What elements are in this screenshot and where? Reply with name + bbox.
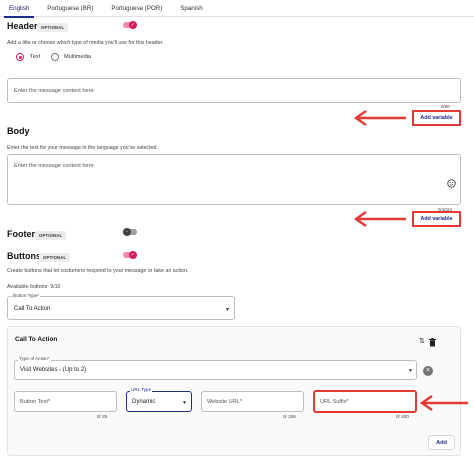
website-url-placeholder: Website URL*	[207, 399, 243, 405]
buttons-helper-text: Create buttons that let costumers respon…	[7, 268, 189, 274]
url-type-value: Dynamic	[132, 399, 156, 405]
tab-spanish[interactable]: Spanish	[171, 0, 211, 17]
url-suffix-placeholder: URL Suffix*	[320, 399, 349, 405]
dropdown-arrow-icon: ▼	[225, 307, 230, 313]
header-title: Header	[7, 21, 38, 31]
url-type-label: URL Type	[130, 387, 153, 392]
dropdown-arrow-icon: ▼	[408, 368, 413, 374]
header-add-variable-button[interactable]: Add variable	[412, 110, 461, 126]
tab-portuguese-br[interactable]: Portuguese (BR)	[38, 0, 102, 17]
delete-icon[interactable]	[429, 338, 436, 347]
footer-optional-badge: OPTIONAL	[35, 231, 67, 240]
button-type-select[interactable]: Call To Action ▼	[7, 296, 235, 320]
radio-multimedia[interactable]	[51, 53, 59, 61]
header-char-counter: 0/60	[441, 104, 450, 109]
check-icon: ✓	[130, 251, 136, 258]
header-toggle[interactable]: ✓	[123, 21, 137, 29]
cta-title: Call To Action	[15, 336, 58, 343]
tab-english[interactable]: English	[0, 0, 38, 18]
type-of-action-label: Type of Action*	[18, 356, 51, 361]
url-suffix-input[interactable]: URL Suffix*	[313, 390, 417, 413]
radio-text[interactable]	[16, 53, 24, 61]
body-helper-text: Enter the text for your message in the l…	[7, 145, 158, 151]
button-text-counter: 0/ 25	[97, 414, 108, 419]
footer-toggle[interactable]: −	[123, 228, 137, 236]
tab-portuguese-por[interactable]: Portuguese (POR)	[102, 0, 171, 17]
website-url-input[interactable]: Website URL*	[201, 391, 304, 412]
type-of-action-value: Visit Websites - (Up to 2)	[20, 367, 87, 373]
available-buttons-text: Available buttons: 9/10	[7, 284, 61, 290]
button-type-label: Button Type*	[12, 293, 41, 298]
annotation-arrow-icon	[419, 395, 468, 411]
reorder-icon[interactable]: ⇅	[419, 337, 425, 345]
remove-action-icon[interactable]: ×	[423, 366, 433, 376]
footer-title: Footer	[7, 229, 35, 239]
type-of-action-select[interactable]: Visit Websites - (Up to 2) ▼	[14, 360, 417, 380]
annotation-arrow-icon	[353, 211, 406, 227]
body-content-input[interactable]: Enter the message content here	[7, 154, 461, 205]
radio-text-label: Text	[30, 54, 41, 60]
buttons-toggle[interactable]: ✓	[123, 251, 137, 259]
button-type-value: Call To Action	[14, 306, 51, 312]
header-input-placeholder: Enter the message content here	[14, 88, 94, 94]
button-text-input[interactable]: Button Text*	[14, 391, 117, 412]
check-icon: ✓	[130, 21, 136, 28]
header-optional-badge: OPTIONAL	[37, 23, 69, 32]
cta-actions: ⇅	[419, 337, 439, 347]
radio-multimedia-label: Multimedia	[64, 54, 92, 60]
add-button[interactable]: Add	[428, 435, 455, 450]
url-suffix-counter: 0/ 100	[396, 414, 409, 419]
emoji-icon[interactable]	[447, 175, 456, 188]
button-text-placeholder: Button Text*	[20, 399, 51, 405]
header-helper-text: Add a title or choose which type of medi…	[7, 40, 164, 46]
header-content-input[interactable]: Enter the message content here	[7, 78, 461, 103]
dropdown-arrow-icon: ▼	[182, 400, 187, 406]
body-add-variable-button[interactable]: Add variable	[412, 211, 461, 227]
body-title: Body	[7, 126, 30, 136]
language-tabs: English Portuguese (BR) Portuguese (POR)…	[0, 0, 474, 18]
url-type-select[interactable]: Dynamic ▼	[126, 391, 192, 412]
minus-icon: −	[125, 229, 129, 234]
buttons-title: Buttons	[7, 251, 41, 261]
buttons-optional-badge: OPTIONAL	[39, 253, 71, 262]
website-url-counter: 0/ 256	[283, 414, 296, 419]
body-input-placeholder: Enter the message content here	[14, 163, 94, 169]
annotation-arrow-icon	[353, 110, 406, 126]
